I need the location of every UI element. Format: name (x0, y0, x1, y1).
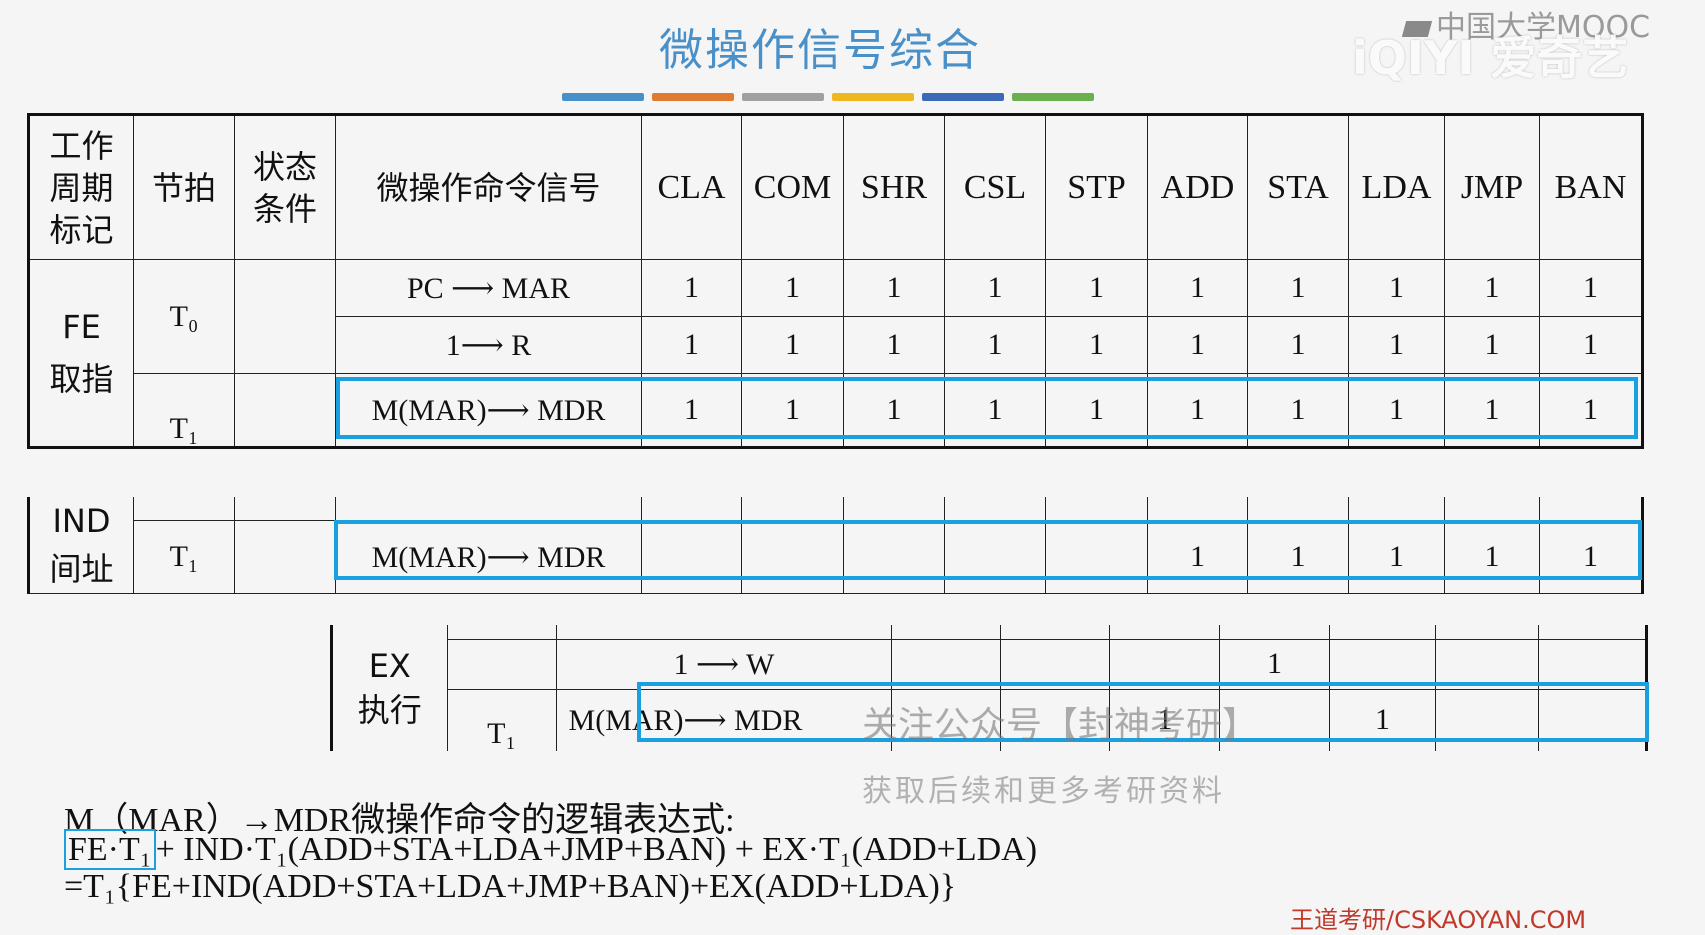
header-instruction: SHR (843, 114, 945, 260)
header-instruction: ADD (1147, 114, 1248, 260)
header-beat: 节拍 (133, 114, 235, 260)
cycle-ex: EX 执行 (331, 625, 448, 752)
value-cell: 1 (1444, 316, 1540, 374)
value-cell: 1 (1539, 259, 1643, 317)
beat-cell (446, 639, 557, 690)
value-cell: 1 (1444, 259, 1540, 317)
value-cell: 1 (1247, 259, 1349, 317)
value-cell: 1 (1147, 259, 1248, 317)
header-instruction: STA (1247, 114, 1349, 260)
color-stripe (742, 93, 824, 101)
header-instruction: COM (741, 114, 844, 260)
table-row: EX 执行 (331, 625, 1648, 752)
formula-line2-rest: + IND·T₁(ADD+STA+LDA+JMP+BAN) + EX·T₁(AD… (155, 831, 1038, 868)
header-instruction: LDA (1348, 114, 1445, 260)
header-signal: 微操作命令信号 (335, 114, 642, 260)
beat-t0: T₀ (133, 259, 235, 374)
cycle-fe: FE 取指 (28, 259, 134, 448)
value-cell: 1 (944, 316, 1046, 374)
color-stripe (922, 93, 1004, 101)
value-cell: 1 (1045, 259, 1148, 317)
value-cell: 1 (1147, 316, 1248, 374)
table-row: FE 取指 T₀ PC ⟶ MAR 1 1 1 1 1 1 1 1 1 1 (28, 259, 1643, 448)
header-instruction: STP (1045, 114, 1148, 260)
value-cell: 1 (1348, 259, 1445, 317)
signal-cell: PC ⟶ MAR (335, 259, 642, 317)
header-row: 工作 周期 标记 节拍 状态 条件 微操作命令信号 CLA COM SHR CSL S… (28, 114, 1643, 260)
table-cut-gap (0, 450, 1705, 497)
value-cell: 1 (843, 316, 945, 374)
signal-cell: 1⟶ R (335, 316, 642, 374)
header-instruction: CSL (944, 114, 1046, 260)
footer-url: 王道考研/CSKAOYAN.COM (1290, 906, 1587, 934)
color-stripe (562, 93, 644, 101)
formula-line3: =T₁{FE+IND(ADD+STA+LDA+JMP+BAN)+EX(ADD+L… (64, 868, 957, 905)
color-stripe (832, 93, 914, 101)
cond-cell (234, 259, 336, 374)
header-cycle: 工作 周期 标记 (28, 114, 134, 260)
iqiyi-logo: iQIYI 爱奇艺 (1352, 31, 1629, 85)
cond-cell (234, 520, 336, 594)
value-cell: 1 (741, 259, 844, 317)
value-cell: 1 (1348, 316, 1445, 374)
header-instruction: JMP (1444, 114, 1540, 260)
table-row: IND 间址 (28, 497, 1643, 594)
value-cell: 1 (741, 316, 844, 374)
formula-fe-term: FE·T₁ (64, 829, 156, 870)
color-stripe (1012, 93, 1094, 101)
watermark-line1: 关注公众号【封神考研】 (862, 705, 1259, 746)
beat-t1: T₁ (133, 520, 235, 594)
value-cell: 1 (944, 259, 1046, 317)
value-cell: 1 (641, 259, 742, 317)
value-cell: 1 (843, 259, 945, 317)
value-cell: 1 (1045, 316, 1148, 374)
value-cell: 1 (1247, 316, 1349, 374)
watermark-line2: 获取后续和更多考研资料 (862, 774, 1225, 809)
cond-cell (234, 373, 336, 448)
header-instruction: BAN (1539, 114, 1643, 260)
formula-line2: FE·T₁ + IND·T₁(ADD+STA+LDA+JMP+BAN) + EX·… (64, 829, 1038, 870)
cycle-ind: IND 间址 (28, 497, 134, 594)
header-instruction: CLA (641, 114, 742, 260)
value-cell: 1 (1539, 316, 1643, 374)
value-cell: 1 (641, 316, 742, 374)
beat-t1: T₁ (133, 373, 235, 448)
highlight-ind-mdr (334, 520, 1642, 580)
beat-t1: T₁ (446, 688, 557, 752)
color-stripe (652, 93, 734, 101)
highlight-fe-mdr (336, 377, 1638, 439)
header-cond: 状态 条件 (234, 114, 336, 260)
